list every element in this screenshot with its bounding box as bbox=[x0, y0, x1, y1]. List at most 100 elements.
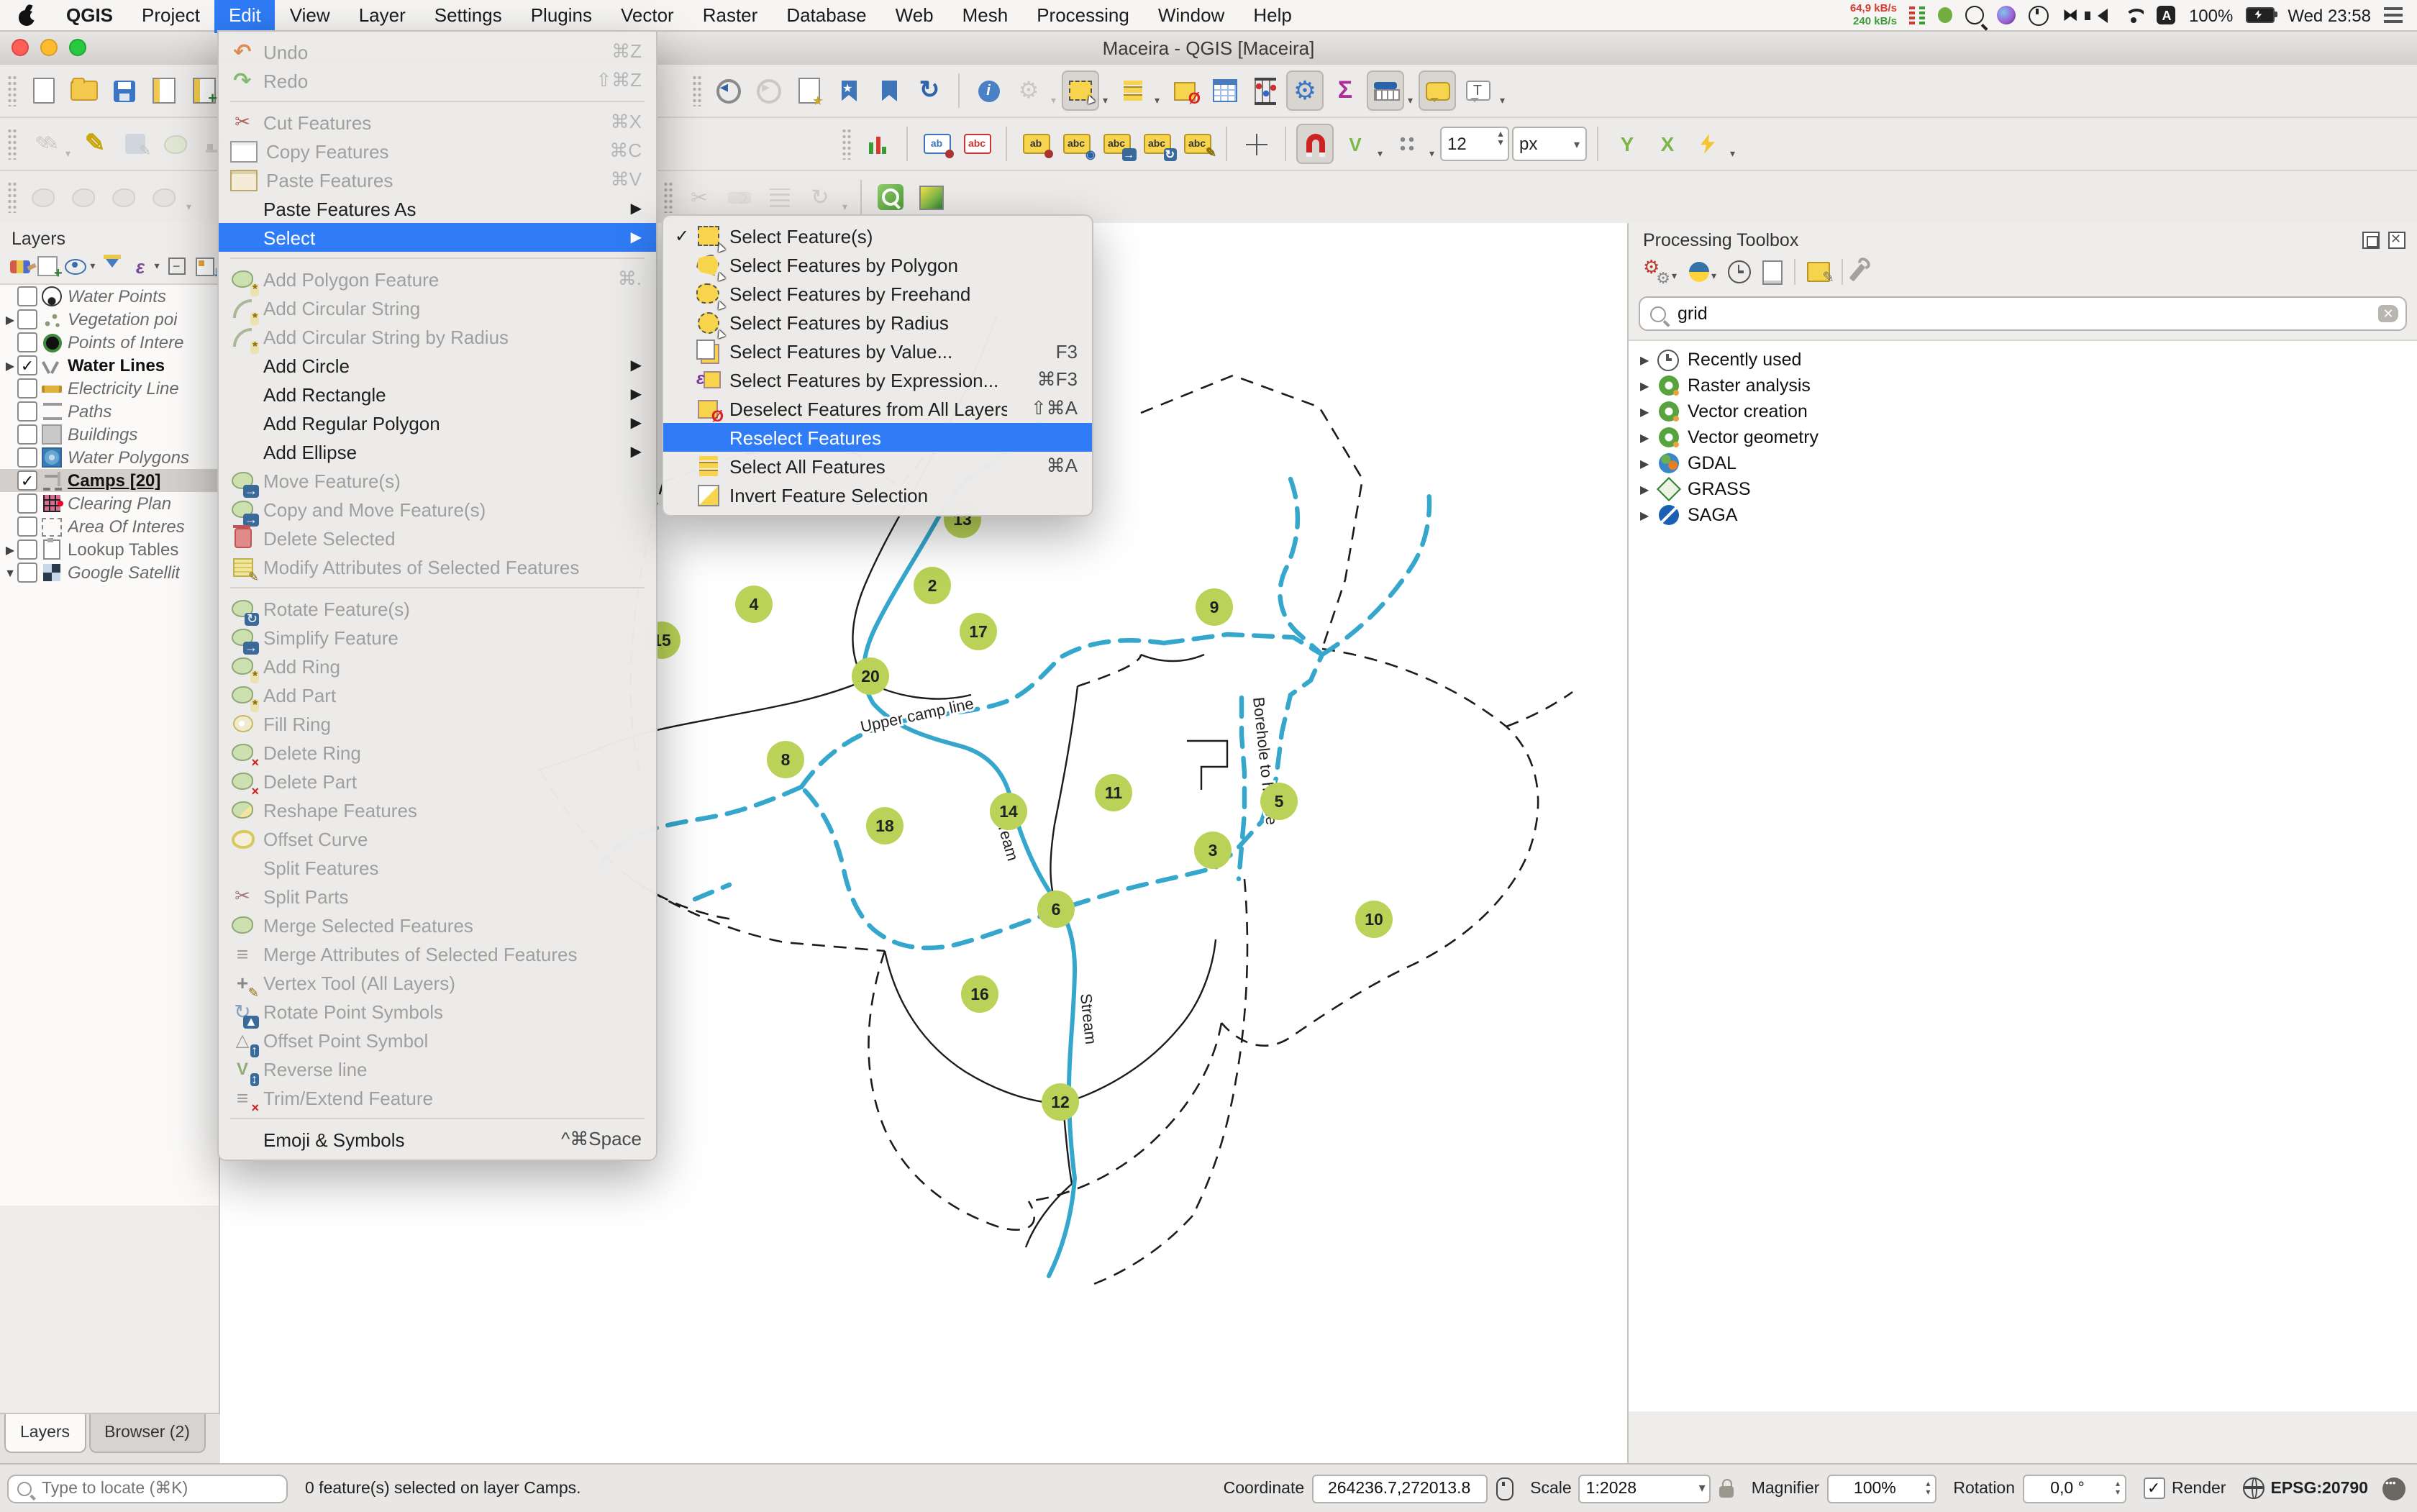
text-annotation-button[interactable]: ▾ bbox=[1459, 70, 1496, 111]
toolbox-group-vector-creation[interactable]: ▶Vector creation bbox=[1629, 399, 2417, 424]
identify-features-button[interactable] bbox=[970, 70, 1007, 111]
layer-order-icon[interactable] bbox=[194, 255, 216, 278]
layer-checkbox[interactable]: ✓ bbox=[17, 470, 37, 491]
select-features-by-value-dropdown-icon[interactable]: ▾ bbox=[1155, 95, 1160, 106]
select-features-button[interactable]: ▾ bbox=[1062, 70, 1099, 111]
edit-menu-item-offset-curve[interactable]: Offset Curve bbox=[219, 824, 656, 853]
layer-row-water-lines[interactable]: ▶✓Water Lines bbox=[0, 354, 219, 377]
digitize-tool-d-button[interactable]: ▾ bbox=[145, 177, 183, 217]
menubar-item-plugins[interactable]: Plugins bbox=[516, 0, 606, 33]
rotation-spinbox[interactable]: 0,0 ° bbox=[2022, 1474, 2126, 1503]
enable-tracing-dropdown-icon[interactable]: ▾ bbox=[1730, 148, 1735, 160]
layer-row-electricity-line[interactable]: Electricity Line bbox=[0, 377, 219, 400]
deselect-features-from-all-layers-button[interactable] bbox=[1165, 70, 1203, 111]
snapping-on-vertex-button[interactable]: ▾ bbox=[1388, 124, 1426, 164]
split-features-button[interactable] bbox=[681, 177, 718, 217]
edit-menu-item-delete-part[interactable]: ×Delete Part bbox=[219, 767, 656, 796]
layer-checkbox[interactable]: ✓ bbox=[17, 355, 37, 375]
edit-menu-item-delete-ring[interactable]: ×Delete Ring bbox=[219, 738, 656, 767]
rotate-label-button[interactable]: abc bbox=[1138, 124, 1175, 164]
menubar-item-mesh[interactable]: Mesh bbox=[948, 0, 1023, 33]
layer-row-paths[interactable]: Paths bbox=[0, 400, 219, 423]
tab-layers[interactable]: Layers bbox=[4, 1414, 86, 1453]
style-manager-button[interactable] bbox=[912, 177, 950, 217]
results-viewer-icon[interactable] bbox=[1762, 260, 1783, 284]
move-label-button[interactable]: abc bbox=[1098, 124, 1135, 164]
expand-arrow-icon[interactable]: ▶ bbox=[1640, 457, 1657, 470]
wifi-icon[interactable] bbox=[2124, 8, 2144, 22]
select-features-dropdown-icon[interactable]: ▾ bbox=[1103, 95, 1108, 106]
edit-menu-item-copy-features[interactable]: Copy Features⌘C bbox=[219, 137, 656, 165]
select-menu-item-select-features-by-expression[interactable]: Select Features by Expression...⌘F3 bbox=[663, 365, 1092, 394]
filter-legend-icon[interactable] bbox=[101, 255, 123, 278]
add-polygon-feature-button[interactable] bbox=[157, 124, 194, 164]
crs-status[interactable]: EPSG:20790 bbox=[2270, 1480, 2368, 1497]
save-layer-edits-button[interactable] bbox=[117, 124, 154, 164]
select-menu-item-select-all-features[interactable]: Select All Features⌘A bbox=[663, 452, 1092, 481]
edit-menu-item-trim-extend-feature[interactable]: ×Trim/Extend Feature bbox=[219, 1083, 656, 1112]
layer-checkbox[interactable] bbox=[17, 309, 37, 329]
basic-statistics-button[interactable] bbox=[1246, 70, 1283, 111]
expand-arrow-icon[interactable]: ▶ bbox=[1640, 353, 1657, 366]
add-group-icon[interactable] bbox=[37, 255, 59, 278]
expand-arrow-icon[interactable]: ▶ bbox=[3, 543, 17, 556]
change-label-button[interactable]: abc bbox=[1178, 124, 1216, 164]
snapping-on-intersection-button[interactable] bbox=[1649, 124, 1686, 164]
siri-icon[interactable] bbox=[1998, 6, 2016, 24]
map-tips-button[interactable] bbox=[1419, 70, 1456, 111]
toggle-editing-button[interactable] bbox=[76, 124, 114, 164]
select-menu-item-select-features-by-value[interactable]: Select Features by Value...F3 bbox=[663, 337, 1092, 365]
select-menu-item-deselect-features-from-all-layers[interactable]: Deselect Features from All Layers⇧⌘A bbox=[663, 394, 1092, 423]
toolbox-search-input[interactable] bbox=[1675, 302, 2378, 325]
layer-labeling-options-button[interactable]: ab bbox=[918, 124, 955, 164]
expand-arrow-icon[interactable]: ▶ bbox=[1640, 379, 1657, 392]
options-icon[interactable] bbox=[1849, 263, 1866, 281]
enable-snapping-button[interactable] bbox=[1296, 124, 1334, 164]
edit-menu-item-add-rectangle[interactable]: Add Rectangle▶ bbox=[219, 380, 656, 409]
new-spatial-bookmark-button[interactable] bbox=[830, 70, 868, 111]
open-project-button[interactable] bbox=[65, 70, 102, 111]
open-attribute-table-button[interactable] bbox=[1206, 70, 1243, 111]
coordinate-field[interactable]: 264236.7,272013.8 bbox=[1311, 1474, 1487, 1503]
pin-unpin-labels-button[interactable]: ab bbox=[1017, 124, 1055, 164]
snapping-mode-dropdown-icon[interactable]: ▾ bbox=[1378, 148, 1383, 160]
edit-menu-item-copy-and-move-feature-s[interactable]: →Copy and Move Feature(s) bbox=[219, 495, 656, 524]
select-menu-item-invert-feature-selection[interactable]: Invert Feature Selection bbox=[663, 481, 1092, 509]
edit-menu-item-simplify-feature[interactable]: →Simplify Feature bbox=[219, 623, 656, 652]
magnifier-spinbox[interactable]: 100% bbox=[1826, 1474, 1936, 1503]
enable-tracing-button[interactable]: ▾ bbox=[1689, 124, 1726, 164]
new-print-layout-button[interactable] bbox=[145, 70, 183, 111]
edit-menu-item-vertex-tool-all-layers[interactable]: ✎Vertex Tool (All Layers) bbox=[219, 968, 656, 997]
edit-features-in-place-icon[interactable] bbox=[1807, 262, 1830, 282]
text-annotation-dropdown-icon[interactable]: ▾ bbox=[1500, 95, 1505, 106]
refresh-map-button[interactable] bbox=[911, 70, 948, 111]
select-menu-item-select-features-by-radius[interactable]: Select Features by Radius bbox=[663, 308, 1092, 337]
edit-menu-item-offset-point-symbol[interactable]: ↑Offset Point Symbol bbox=[219, 1026, 656, 1055]
layer-row-water-points[interactable]: Water Points bbox=[0, 285, 219, 308]
merge-attributes-button[interactable] bbox=[761, 177, 798, 217]
layer-checkbox[interactable] bbox=[17, 332, 37, 352]
menubar-item-vector[interactable]: Vector bbox=[606, 0, 688, 33]
edit-menu-item-redo[interactable]: Redo⇧⌘Z bbox=[219, 66, 656, 95]
digitize-tool-b-button[interactable] bbox=[65, 177, 102, 217]
menubar-clock[interactable]: Wed 23:58 bbox=[2288, 5, 2371, 25]
manage-map-themes-icon[interactable] bbox=[65, 255, 87, 278]
volume-icon[interactable] bbox=[2091, 8, 2108, 22]
menubar-item-qgis[interactable]: QGIS bbox=[52, 0, 127, 33]
edit-menu-item-add-ring[interactable]: *Add Ring bbox=[219, 652, 656, 680]
edit-menu-item-add-part[interactable]: *Add Part bbox=[219, 680, 656, 709]
edit-menu-item-merge-selected-features[interactable]: Merge Selected Features bbox=[219, 911, 656, 939]
layer-checkbox[interactable] bbox=[17, 516, 37, 537]
edit-menu-item-emoji-symbols[interactable]: Emoji & Symbols^⌘Space bbox=[219, 1125, 656, 1154]
menubar-item-project[interactable]: Project bbox=[127, 0, 214, 33]
run-feature-action-dropdown-icon[interactable]: ▾ bbox=[1051, 95, 1056, 106]
menubar-item-window[interactable]: Window bbox=[1144, 0, 1239, 33]
edit-menu-item-delete-selected[interactable]: Delete Selected bbox=[219, 524, 656, 552]
select-menu-item-select-features-by-freehand[interactable]: Select Features by Freehand bbox=[663, 279, 1092, 308]
layer-checkbox[interactable] bbox=[17, 447, 37, 468]
layer-row-camps-20[interactable]: ✓Camps [20] bbox=[0, 469, 219, 492]
zoom-last-button[interactable] bbox=[709, 70, 747, 111]
models-icon[interactable] bbox=[1643, 259, 1669, 285]
expand-arrow-icon[interactable]: ▶ bbox=[3, 313, 17, 326]
apple-menu-icon[interactable] bbox=[17, 5, 37, 25]
